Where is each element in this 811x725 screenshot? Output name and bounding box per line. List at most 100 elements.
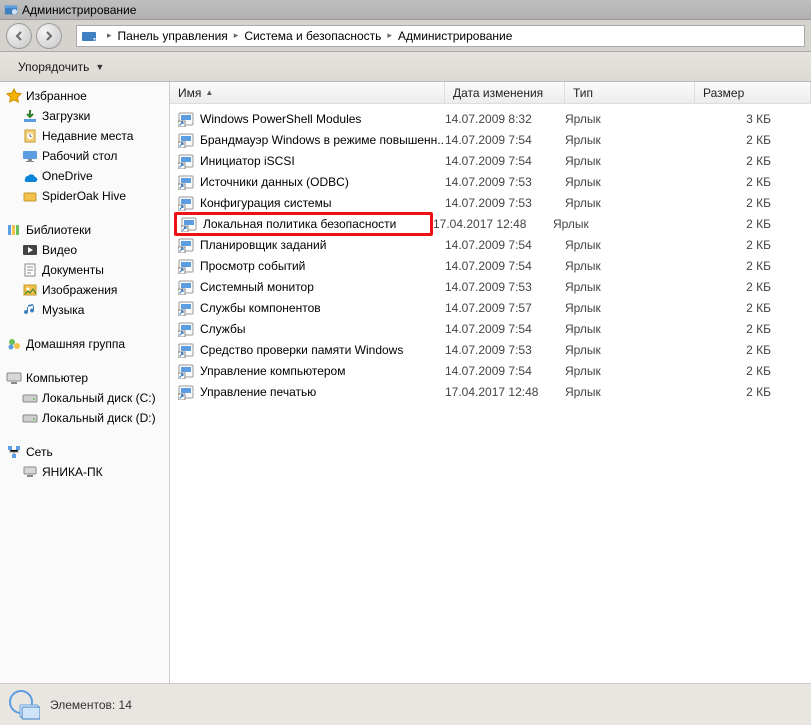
file-name: Системный монитор: [200, 280, 314, 294]
chevron-right-icon: ▸: [107, 30, 112, 41]
libraries-icon: [6, 222, 22, 238]
breadcrumb-item[interactable]: Система и безопасность: [244, 29, 381, 43]
file-row[interactable]: Планировщик заданий 14.07.2009 7:54 Ярлы…: [170, 234, 811, 255]
file-name-cell: Средство проверки памяти Windows: [178, 342, 445, 358]
sidebar-group-label: Компьютер: [26, 371, 88, 385]
file-row[interactable]: Службы компонентов 14.07.2009 7:57 Ярлык…: [170, 297, 811, 318]
file-row[interactable]: Источники данных (ODBC) 14.07.2009 7:53 …: [170, 171, 811, 192]
sidebar-item[interactable]: Загрузки: [0, 106, 169, 126]
sidebar-item[interactable]: OneDrive: [0, 166, 169, 186]
file-row[interactable]: Средство проверки памяти Windows 14.07.2…: [170, 339, 811, 360]
file-size: 2 КБ: [695, 280, 811, 294]
sidebar-group-label: Избранное: [26, 89, 87, 103]
sidebar-group-label: Домашняя группа: [26, 337, 125, 351]
file-name: Инициатор iSCSI: [200, 154, 295, 168]
breadcrumb-label: Администрирование: [398, 29, 512, 43]
column-label: Тип: [573, 86, 593, 100]
shortcut-icon: [178, 279, 194, 295]
breadcrumb-item[interactable]: Администрирование: [398, 29, 512, 43]
file-row[interactable]: Инициатор iSCSI 14.07.2009 7:54 Ярлык 2 …: [170, 150, 811, 171]
file-name: Брандмауэр Windows в режиме повышенн...: [200, 133, 445, 147]
sidebar-item[interactable]: Видео: [0, 240, 169, 260]
sidebar-group-header[interactable]: Компьютер: [0, 368, 169, 388]
file-date: 17.04.2017 12:48: [445, 385, 565, 399]
file-name: Конфигурация системы: [200, 196, 331, 210]
back-button[interactable]: [6, 23, 32, 49]
file-row[interactable]: Службы 14.07.2009 7:54 Ярлык 2 КБ: [170, 318, 811, 339]
file-row[interactable]: Локальная политика безопасности 17.04.20…: [170, 213, 811, 234]
sidebar-item[interactable]: Недавние места: [0, 126, 169, 146]
file-name-cell: Локальная политика безопасности: [174, 212, 433, 236]
file-name: Локальная политика безопасности: [203, 217, 396, 231]
address-bar[interactable]: ▸ Панель управления ▸ Система и безопасн…: [76, 25, 805, 47]
file-row[interactable]: Конфигурация системы 14.07.2009 7:53 Ярл…: [170, 192, 811, 213]
file-type: Ярлык: [565, 175, 695, 189]
file-date: 14.07.2009 7:57: [445, 301, 565, 315]
sidebar-item[interactable]: Рабочий стол: [0, 146, 169, 166]
column-size[interactable]: Размер: [695, 82, 811, 103]
sidebar-item[interactable]: ЯНИКА-ПК: [0, 462, 169, 482]
sidebar-item-label: OneDrive: [42, 169, 93, 183]
sidebar-item-label: Видео: [42, 243, 77, 257]
file-type: Ярлык: [565, 154, 695, 168]
sidebar-item[interactable]: Документы: [0, 260, 169, 280]
shortcut-icon: [178, 174, 194, 190]
toolbar: Упорядочить ▼: [0, 52, 811, 82]
file-row[interactable]: Системный монитор 14.07.2009 7:53 Ярлык …: [170, 276, 811, 297]
file-size: 2 КБ: [695, 364, 811, 378]
sidebar-item[interactable]: Изображения: [0, 280, 169, 300]
file-row[interactable]: Просмотр событий 14.07.2009 7:54 Ярлык 2…: [170, 255, 811, 276]
shortcut-icon: [181, 216, 197, 232]
file-type: Ярлык: [565, 238, 695, 252]
sidebar-item-label: Загрузки: [42, 109, 90, 123]
sidebar-item[interactable]: Музыка: [0, 300, 169, 320]
spideroak-icon: [22, 188, 38, 204]
file-date: 14.07.2009 7:54: [445, 322, 565, 336]
file-name-cell: Управление компьютером: [178, 363, 445, 379]
file-row[interactable]: Брандмауэр Windows в режиме повышенн... …: [170, 129, 811, 150]
forward-button[interactable]: [36, 23, 62, 49]
column-date[interactable]: Дата изменения: [445, 82, 565, 103]
sidebar-item[interactable]: Локальный диск (D:): [0, 408, 169, 428]
sidebar-item[interactable]: SpiderOak Hive: [0, 186, 169, 206]
music-icon: [22, 302, 38, 318]
sidebar-item[interactable]: Локальный диск (C:): [0, 388, 169, 408]
file-type: Ярлык: [565, 364, 695, 378]
organize-menu[interactable]: Упорядочить ▼: [8, 56, 114, 78]
file-size: 2 КБ: [695, 133, 811, 147]
column-type[interactable]: Тип: [565, 82, 695, 103]
download-icon: [22, 108, 38, 124]
shortcut-icon: [178, 195, 194, 211]
file-row[interactable]: Windows PowerShell Modules 14.07.2009 8:…: [170, 108, 811, 129]
desktop-icon: [22, 148, 38, 164]
file-size: 2 КБ: [695, 322, 811, 336]
app-icon: [4, 3, 18, 17]
file-name-cell: Инициатор iSCSI: [178, 153, 445, 169]
file-row[interactable]: Управление компьютером 14.07.2009 7:54 Я…: [170, 360, 811, 381]
file-size: 2 КБ: [695, 343, 811, 357]
sidebar-group-header[interactable]: Сеть: [0, 442, 169, 462]
file-name-cell: Управление печатью: [178, 384, 445, 400]
shortcut-icon: [178, 342, 194, 358]
file-name-cell: Просмотр событий: [178, 258, 445, 274]
sidebar-group-header[interactable]: Домашняя группа: [0, 334, 169, 354]
file-type: Ярлык: [565, 196, 695, 210]
breadcrumb-label: Система и безопасность: [244, 29, 381, 43]
file-size: 2 КБ: [695, 259, 811, 273]
sidebar-group-header[interactable]: Избранное: [0, 86, 169, 106]
file-name-cell: Системный монитор: [178, 279, 445, 295]
images-icon: [22, 282, 38, 298]
breadcrumb-item[interactable]: Панель управления: [118, 29, 228, 43]
sidebar-group-header[interactable]: Библиотеки: [0, 220, 169, 240]
file-name-cell: Брандмауэр Windows в режиме повышенн...: [178, 132, 445, 148]
file-name-cell: Службы: [178, 321, 445, 337]
column-name[interactable]: Имя ▲: [170, 82, 445, 103]
shortcut-icon: [178, 258, 194, 274]
shortcut-icon: [178, 111, 194, 127]
status-text: Элементов: 14: [50, 698, 132, 712]
file-date: 14.07.2009 7:53: [445, 280, 565, 294]
file-row[interactable]: Управление печатью 17.04.2017 12:48 Ярлы…: [170, 381, 811, 402]
shortcut-icon: [178, 153, 194, 169]
organize-label: Упорядочить: [18, 60, 89, 74]
file-type: Ярлык: [565, 343, 695, 357]
